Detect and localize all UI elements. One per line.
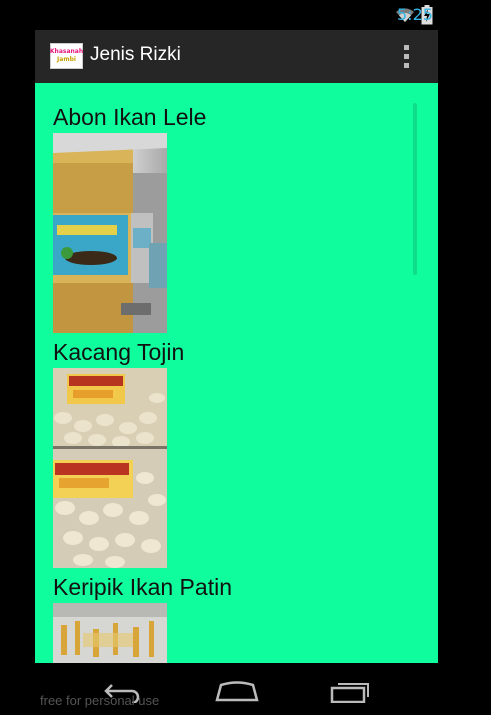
product-photo <box>53 603 167 663</box>
recents-icon[interactable] <box>330 679 372 703</box>
list-item[interactable]: Abon Ikan Lele <box>53 103 206 333</box>
list-item[interactable]: Keripik Ikan Patin <box>53 573 232 663</box>
product-list[interactable]: Abon Ikan Lele Kacang Tojin Keripik Ikan… <box>35 83 438 663</box>
overflow-menu-icon[interactable] <box>404 45 410 68</box>
watermark: free for personal use <box>40 693 160 708</box>
product-name: Abon Ikan Lele <box>53 104 207 130</box>
action-bar: Khasanah Jambi Jenis Rizki <box>35 30 438 83</box>
status-bar: 5:25 <box>0 0 491 30</box>
app-logo-line1: Khasanah <box>49 48 84 55</box>
product-photo <box>53 368 167 568</box>
app-title: Jenis Rizki <box>90 44 181 65</box>
app-logo[interactable]: Khasanah Jambi <box>50 43 83 69</box>
app-logo-line2: Jambi <box>57 56 76 63</box>
product-name: Kacang Tojin <box>53 339 185 365</box>
home-icon[interactable] <box>215 679 259 703</box>
app-window: Khasanah Jambi Jenis Rizki Abon Ikan Lel… <box>35 30 438 663</box>
product-photo <box>53 133 167 333</box>
product-name: Keripik Ikan Patin <box>53 574 232 600</box>
status-time: 5:25 <box>397 5 433 24</box>
list-item[interactable]: Kacang Tojin <box>53 338 184 568</box>
scrollbar[interactable] <box>413 103 417 275</box>
